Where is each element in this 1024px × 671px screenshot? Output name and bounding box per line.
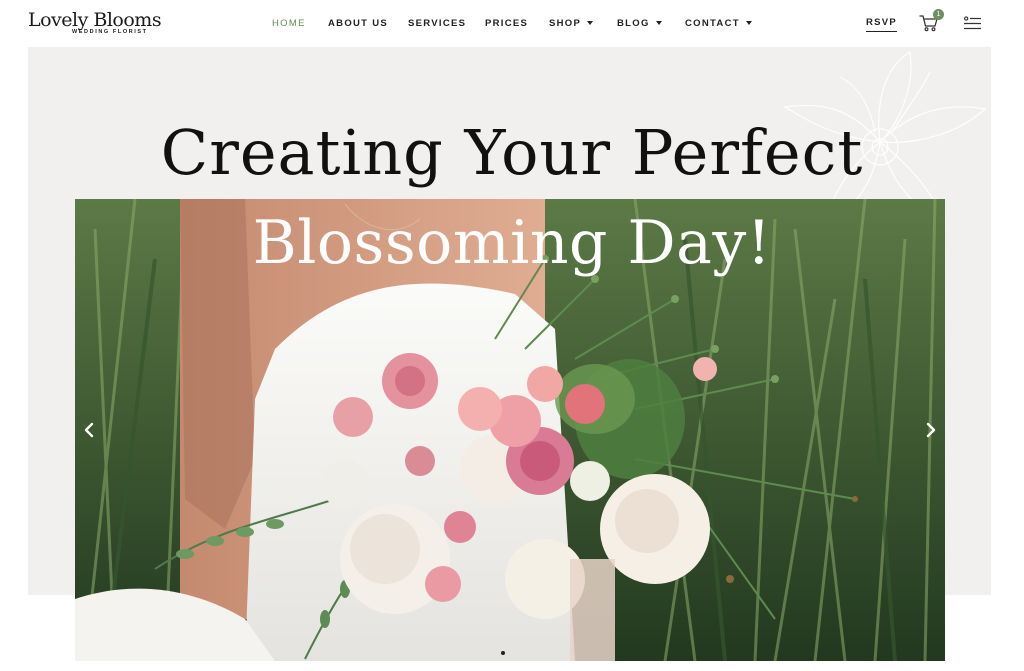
chevron-down-icon <box>655 21 662 25</box>
nav-item-about-us[interactable]: ABOUT US <box>328 18 408 29</box>
nav-label: PRICES <box>485 17 529 29</box>
slider-pagination-dot[interactable] <box>501 651 505 655</box>
hero-subheadline: Blossoming Day! <box>252 208 772 278</box>
nav-item-services[interactable]: SERVICES <box>408 18 485 29</box>
rsvp-link[interactable]: RSVP <box>866 17 898 32</box>
nav-label: ABOUT US <box>328 17 389 29</box>
nav-label: BLOG <box>617 17 650 29</box>
nav-label: HOME <box>272 17 306 29</box>
chevron-down-icon <box>745 21 752 25</box>
nav-item-home[interactable]: HOME <box>272 18 328 29</box>
chevron-down-icon <box>587 21 594 25</box>
nav-item-contact[interactable]: CONTACT <box>685 18 765 29</box>
chevron-right-icon[interactable] <box>920 420 940 440</box>
cart-count-badge: 1 <box>933 9 944 20</box>
site-header: Lovely Blooms WEDDING FLORIST HOME ABOUT… <box>0 0 1024 46</box>
chevron-left-icon[interactable] <box>80 420 100 440</box>
logo-name: Lovely Blooms <box>28 9 162 31</box>
main-nav: HOME ABOUT US SERVICES PRICES SHOP BLOG … <box>272 17 765 29</box>
menu-icon[interactable] <box>964 16 981 30</box>
nav-label: SHOP <box>549 17 582 29</box>
hero-headline: Creating Your Perfect <box>160 116 864 189</box>
site-logo[interactable]: Lovely Blooms WEDDING FLORIST <box>28 10 168 38</box>
logo-tagline: WEDDING FLORIST <box>72 29 148 35</box>
nav-item-shop[interactable]: SHOP <box>549 18 617 29</box>
nav-item-prices[interactable]: PRICES <box>485 18 549 29</box>
nav-label: SERVICES <box>408 17 467 29</box>
nav-item-blog[interactable]: BLOG <box>617 18 685 29</box>
nav-label: CONTACT <box>685 17 740 29</box>
